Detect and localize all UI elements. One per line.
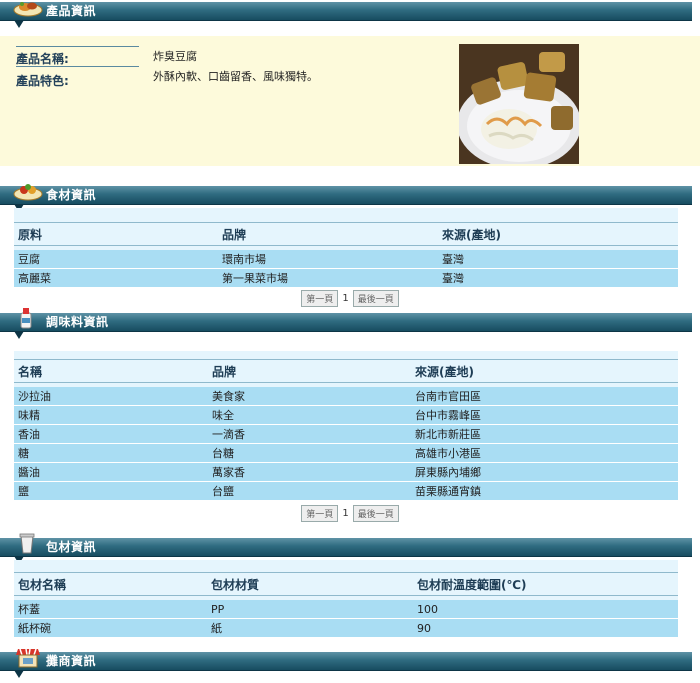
table-row: 鹽 台鹽 苗栗縣通宵鎮 (14, 481, 678, 501)
table-cell: 苗栗縣通宵鎮 (411, 481, 678, 501)
column-header: 品牌 (208, 359, 411, 383)
product-info-panel: 產品名稱: 產品特色: 炸臭豆腐 外酥內軟、口齒留香、風味獨特。 (0, 36, 700, 166)
table-cell: 味精 (14, 405, 208, 425)
column-header: 來源(產地) (411, 359, 678, 383)
table-cell: 沙拉油 (14, 387, 208, 406)
column-header: 包材名稱 (14, 572, 207, 596)
table-row: 高麗菜 第一果菜市場 臺灣 (14, 268, 678, 288)
product-feature-value: 外酥內軟、口齒留香、風味獨特。 (153, 70, 318, 83)
table-row: 豆腐 環南市場 臺灣 (14, 250, 678, 269)
first-page-button[interactable]: 第一頁 (301, 505, 339, 522)
table-cell: 高雄市小港區 (411, 443, 678, 463)
table-cell: 一滴香 (208, 424, 411, 444)
packaging-section-header: 包材資訊 (0, 533, 692, 564)
product-feature-label: 產品特色: (16, 74, 69, 88)
table-cell: 紙 (207, 618, 413, 638)
column-header: 名稱 (14, 359, 208, 383)
ingredients-table-panel: 原料 品牌 來源(產地) 豆腐 環南市場 臺灣 高麗菜 第一果菜市場 臺灣 (14, 208, 678, 288)
table-row: 味精 味全 台中市霧峰區 (14, 405, 678, 425)
table-header-row: 包材名稱 包材材質 包材耐溫度範圍(℃) (14, 572, 678, 596)
divider (16, 46, 139, 47)
table-header-row: 原料 品牌 來源(產地) (14, 222, 678, 246)
table-row: 醬油 萬家香 屏東縣內埔鄉 (14, 462, 678, 482)
table-cell: 台糖 (208, 443, 411, 463)
table-row: 糖 台糖 高雄市小港區 (14, 443, 678, 463)
packaging-table: 包材名稱 包材材質 包材耐溫度範圍(℃) 杯蓋 PP 100 紙杯碗 紙 90 (14, 560, 678, 638)
table-cell: 紙杯碗 (14, 618, 207, 638)
last-page-button[interactable]: 最後一頁 (352, 290, 399, 307)
table-header-row: 名稱 品牌 來源(產地) (14, 359, 678, 383)
section-title: 食材資訊 (46, 188, 97, 202)
seasoning-bottle-icon (20, 308, 32, 329)
column-header: 品牌 (218, 222, 438, 246)
table-row: 杯蓋 PP 100 (14, 600, 678, 619)
page-number[interactable]: 1 (342, 293, 348, 304)
table-cell: 100 (413, 600, 678, 619)
column-header: 原料 (14, 222, 218, 246)
table-row: 紙杯碗 紙 90 (14, 618, 678, 638)
page-number[interactable]: 1 (342, 508, 348, 519)
table-cell: 鹽 (14, 481, 208, 501)
table-cell: 萬家香 (208, 462, 411, 482)
table-cell: 環南市場 (218, 250, 438, 269)
ingredients-table: 原料 品牌 來源(產地) 豆腐 環南市場 臺灣 高麗菜 第一果菜市場 臺灣 (14, 208, 678, 288)
section-title: 調味料資訊 (46, 315, 109, 329)
table-cell: 味全 (208, 405, 411, 425)
product-section-header: 產品資訊 (0, 2, 692, 28)
ingredients-pager: 第一頁 1 最後一頁 (0, 290, 700, 307)
table-cell: 醬油 (14, 462, 208, 482)
table-cell: 台鹽 (208, 481, 411, 501)
column-header: 來源(產地) (438, 222, 678, 246)
divider (16, 66, 139, 67)
seasoning-pager: 第一頁 1 最後一頁 (0, 505, 700, 522)
seasoning-table-panel: 名稱 品牌 來源(產地) 沙拉油 美食家 台南市官田區 味精 味全 台中市霧峰區… (14, 339, 678, 501)
table-cell: 高麗菜 (14, 268, 218, 288)
vegetable-plate-icon (13, 184, 43, 201)
table-cell: PP (207, 600, 413, 619)
table-cell: 美食家 (208, 387, 411, 406)
table-cell: 屏東縣內埔鄉 (411, 462, 678, 482)
last-page-button[interactable]: 最後一頁 (352, 505, 399, 522)
food-plate-icon (13, 2, 43, 17)
table-cell: 新北市新莊區 (411, 424, 678, 444)
table-cell: 香油 (14, 424, 208, 444)
product-photo (459, 44, 579, 164)
seasoning-section-header: 調味料資訊 (0, 308, 692, 339)
section-title: 攤商資訊 (46, 654, 97, 668)
product-name-value: 炸臭豆腐 (153, 50, 197, 63)
table-row: 沙拉油 美食家 台南市官田區 (14, 387, 678, 406)
vendor-section-header: 攤商資訊 (0, 648, 692, 678)
column-header: 包材耐溫度範圍(℃) (413, 572, 678, 596)
ingredients-section-header: 食材資訊 (0, 184, 692, 212)
table-cell: 90 (413, 618, 678, 638)
seasoning-table: 名稱 品牌 來源(產地) 沙拉油 美食家 台南市官田區 味精 味全 台中市霧峰區… (14, 339, 678, 501)
stall-icon (16, 648, 40, 668)
product-name-label: 產品名稱: (16, 52, 69, 66)
section-title: 包材資訊 (46, 540, 97, 554)
first-page-button[interactable]: 第一頁 (301, 290, 339, 307)
table-cell: 糖 (14, 443, 208, 463)
table-cell: 台中市霧峰區 (411, 405, 678, 425)
table-cell: 臺灣 (438, 268, 678, 288)
table-cell: 第一果菜市場 (218, 268, 438, 288)
table-cell: 杯蓋 (14, 600, 207, 619)
table-row: 香油 一滴香 新北市新莊區 (14, 424, 678, 444)
section-title: 產品資訊 (46, 4, 97, 18)
packaging-table-panel: 包材名稱 包材材質 包材耐溫度範圍(℃) 杯蓋 PP 100 紙杯碗 紙 90 (14, 560, 678, 638)
cup-icon (19, 533, 35, 554)
column-header: 包材材質 (207, 572, 413, 596)
table-cell: 台南市官田區 (411, 387, 678, 406)
table-cell: 臺灣 (438, 250, 678, 269)
table-cell: 豆腐 (14, 250, 218, 269)
